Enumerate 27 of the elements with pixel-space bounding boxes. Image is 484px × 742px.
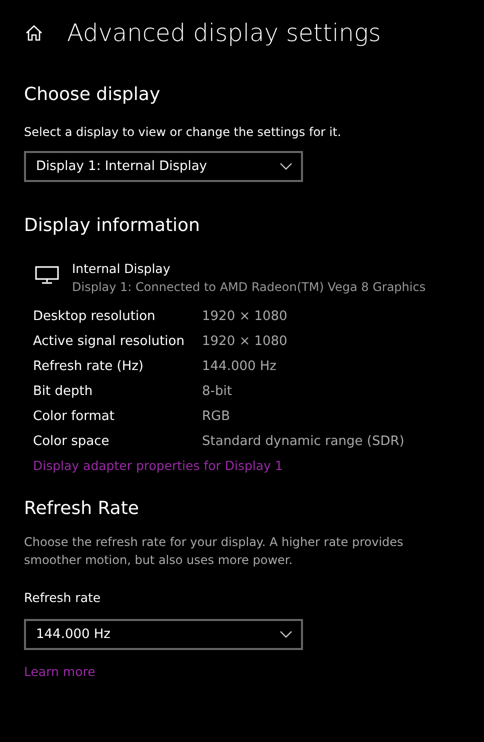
info-label: Active signal resolution: [33, 334, 186, 349]
chevron-down-icon: [280, 163, 292, 170]
info-label: Color format: [33, 409, 116, 424]
section-heading: Refresh Rate: [24, 497, 139, 521]
home-icon[interactable]: [25, 24, 43, 42]
info-value: 144.000 Hz: [202, 359, 276, 374]
info-value: 1920 × 1080: [202, 334, 288, 349]
monitor-icon: [35, 266, 59, 284]
description-text: Choose the refresh rate for your display. A higher rate provides smoother motion, but also uses more power.: [24, 534, 404, 569]
page-title: Advanced display settings: [67, 19, 381, 47]
display-dropdown[interactable]: Display 1: Internal Display: [24, 151, 303, 182]
info-value: RGB: [202, 409, 230, 424]
field-label: Refresh rate: [24, 589, 101, 607]
chevron-down-icon: [280, 631, 292, 638]
info-label: Desktop resolution: [33, 309, 156, 324]
info-label: Color space: [33, 434, 110, 449]
info-label: Refresh rate (Hz): [33, 359, 145, 374]
section-heading: Display information: [24, 214, 200, 238]
refresh-rate-dropdown[interactable]: 144.000 Hz: [24, 619, 303, 650]
display-name: Internal Display: [72, 260, 172, 278]
description-text: Select a display to view or change the settings for it.: [24, 124, 342, 140]
info-value: 1920 × 1080: [202, 309, 288, 324]
info-value: 8-bit: [202, 384, 232, 399]
display-detail: Display 1: Connected to AMD Radeon(TM) Vega 8 Graphics: [72, 279, 426, 296]
section-heading: Choose display: [24, 83, 160, 107]
info-value: Standard dynamic range (SDR): [202, 434, 404, 449]
info-label: Bit depth: [33, 384, 94, 399]
